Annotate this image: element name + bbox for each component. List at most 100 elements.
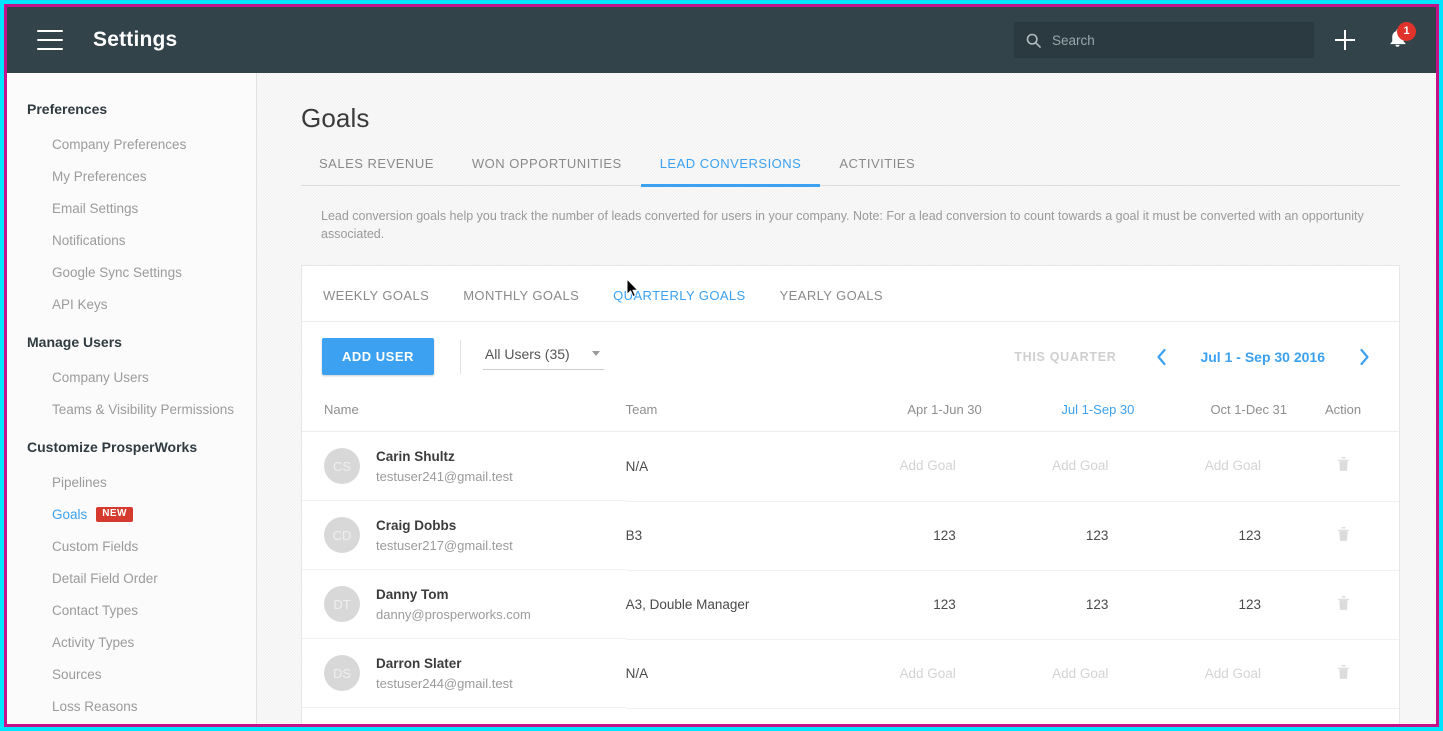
sidebar-item-company-users[interactable]: Company Users (7, 361, 256, 393)
user-cell: CD Craig Dobbs testuser217@gmail.test (302, 501, 626, 570)
goal-cell-q2[interactable]: Add Goal (981, 708, 1135, 724)
table-row[interactable]: DB David Bolanos testuser224@gmail.test … (302, 708, 1399, 724)
date-range-label[interactable]: Jul 1 - Sep 30 2016 (1178, 349, 1347, 365)
notifications-button[interactable]: 1 (1376, 19, 1418, 61)
sidebar-item-sources[interactable]: Sources (7, 658, 256, 690)
sidebar-item-company-preferences[interactable]: Company Preferences (7, 128, 256, 160)
table-row[interactable]: DT Danny Tom danny@prosperworks.com A3, … (302, 570, 1399, 640)
chevron-right-icon[interactable] (1347, 340, 1381, 374)
action-cell (1287, 501, 1399, 571)
action-cell (1287, 431, 1399, 502)
add-user-button[interactable]: ADD USER (322, 338, 434, 375)
chevron-left-icon[interactable] (1144, 340, 1178, 374)
trash-icon[interactable] (1337, 664, 1350, 679)
goal-value[interactable]: Add Goal (1205, 666, 1287, 681)
helper-text: Lead conversion goals help you track the… (321, 209, 1364, 241)
action-cell (1287, 570, 1399, 640)
trash-icon[interactable] (1337, 595, 1350, 610)
hamburger-icon[interactable] (37, 30, 63, 50)
new-badge: NEW (96, 506, 133, 522)
goal-cell-q1[interactable]: 123 (829, 570, 982, 640)
goal-cell-q3[interactable]: Add Goal (1134, 708, 1288, 724)
sidebar-item-loss-reasons[interactable]: Loss Reasons (7, 690, 256, 722)
goal-cell-q2[interactable]: 123 (981, 570, 1135, 640)
column-header-q1: Apr 1-Jun 30 (829, 390, 982, 432)
subtab-yearly-goals[interactable]: YEARLY GOALS (763, 266, 900, 321)
sidebar-section-title-manage-users: Manage Users (27, 334, 122, 350)
user-email: danny@prosperworks.com (376, 606, 531, 622)
main-content: Goals SALES REVENUE WON OPPORTUNITIES LE… (257, 73, 1436, 724)
table-header-row: Name Team Apr 1-Jun 30 Jul 1-Sep 30 Oct … (302, 390, 1399, 432)
column-header-q2: Jul 1-Sep 30 (981, 390, 1135, 432)
search-input[interactable] (1052, 32, 1302, 48)
user-cell: CS Carin Shultz testuser241@gmail.test (302, 432, 626, 501)
goal-cell-q1[interactable]: Add Goal (829, 639, 982, 709)
goal-cell-q3[interactable]: 123 (1134, 501, 1288, 571)
goal-value[interactable]: Add Goal (1052, 666, 1134, 681)
goal-value[interactable]: 123 (1239, 597, 1288, 612)
goal-cell-q2[interactable]: Add Goal (981, 431, 1135, 502)
sidebar-item-api-keys[interactable]: API Keys (7, 288, 256, 320)
subtab-monthly-goals[interactable]: MONTHLY GOALS (446, 266, 596, 321)
subtab-weekly-goals[interactable]: WEEKLY GOALS (306, 266, 446, 321)
sidebar-item-integrations[interactable]: Integrations (7, 722, 256, 724)
tab-sales-revenue[interactable]: SALES REVENUE (301, 156, 453, 187)
sidebar-item-goals[interactable]: Goals NEW (7, 498, 256, 530)
goals-toolbar: ADD USER All Users (35) THIS QUARTER Jul… (302, 322, 1399, 390)
table-row[interactable]: CS Carin Shultz testuser241@gmail.test N… (302, 431, 1399, 502)
sidebar-item-my-preferences[interactable]: My Preferences (7, 160, 256, 192)
goal-cell-q1[interactable]: Add Goal (829, 431, 982, 502)
goal-cell-q3[interactable]: Add Goal (1134, 639, 1288, 709)
goal-cell-q1[interactable]: Add Goal (829, 708, 982, 724)
search-box[interactable] (1014, 22, 1314, 58)
user-filter-select[interactable]: All Users (35) (482, 344, 604, 370)
team-cell: N/A (625, 431, 830, 502)
column-header-action: Action (1287, 390, 1399, 432)
goal-value[interactable]: 123 (1086, 528, 1135, 543)
sidebar-item-contact-types[interactable]: Contact Types (7, 594, 256, 626)
this-quarter-button[interactable]: THIS QUARTER (1014, 350, 1144, 364)
sidebar-item-notifications[interactable]: Notifications (7, 224, 256, 256)
tab-lead-conversions[interactable]: LEAD CONVERSIONS (640, 156, 821, 187)
goal-cell-q2[interactable]: Add Goal (981, 639, 1135, 709)
goal-value[interactable]: 123 (933, 597, 982, 612)
goal-period-tabs: WEEKLY GOALS MONTHLY GOALS QUARTERLY GOA… (302, 266, 1399, 322)
sidebar-item-email-settings[interactable]: Email Settings (7, 192, 256, 224)
goal-value[interactable]: 123 (933, 528, 982, 543)
add-button[interactable] (1324, 19, 1366, 61)
subtab-quarterly-goals[interactable]: QUARTERLY GOALS (596, 266, 762, 321)
user-email: testuser244@gmail.test (376, 675, 513, 691)
goal-value[interactable]: Add Goal (1205, 458, 1287, 473)
goal-value[interactable]: 123 (1086, 597, 1135, 612)
user-cell: DB David Bolanos testuser224@gmail.test (302, 708, 626, 724)
chevron-down-icon (591, 351, 600, 356)
sidebar-item-activity-types[interactable]: Activity Types (7, 626, 256, 658)
user-name: Carin Shultz (376, 448, 455, 464)
table-row[interactable]: CD Craig Dobbs testuser217@gmail.test B3… (302, 501, 1399, 571)
application-window: Settings 1 Preferences (7, 7, 1436, 724)
app-title: Settings (93, 28, 178, 51)
user-name: Craig Dobbs (376, 517, 457, 533)
sidebar-item-teams-visibility-permissions[interactable]: Teams & Visibility Permissions (7, 393, 256, 425)
goal-cell-q3[interactable]: 123 (1134, 570, 1288, 640)
user-email: testuser241@gmail.test (376, 468, 513, 484)
goal-value[interactable]: Add Goal (899, 458, 981, 473)
sidebar-item-google-sync-settings[interactable]: Google Sync Settings (7, 256, 256, 288)
goal-cell-q1[interactable]: 123 (829, 501, 982, 571)
goal-cell-q3[interactable]: Add Goal (1134, 431, 1288, 502)
sidebar-item-detail-field-order[interactable]: Detail Field Order (7, 562, 256, 594)
user-filter-value: All Users (35) (484, 345, 570, 362)
goal-cell-q2[interactable]: 123 (981, 501, 1135, 571)
trash-icon[interactable] (1337, 456, 1350, 472)
tab-won-opportunities[interactable]: WON OPPORTUNITIES (453, 156, 641, 187)
tab-activities[interactable]: ACTIVITIES (820, 156, 934, 187)
sidebar-item-custom-fields[interactable]: Custom Fields (7, 530, 256, 562)
goal-value[interactable]: Add Goal (1052, 458, 1134, 473)
goals-table-body: CS Carin Shultz testuser241@gmail.test N… (302, 431, 1399, 724)
table-row[interactable]: DS Darron Slater testuser244@gmail.test … (302, 639, 1399, 709)
sidebar-item-pipelines[interactable]: Pipelines (7, 466, 256, 498)
goal-value[interactable]: 123 (1239, 528, 1288, 543)
trash-icon[interactable] (1337, 526, 1350, 541)
goal-value[interactable]: Add Goal (899, 666, 981, 681)
notification-badge: 1 (1397, 22, 1416, 41)
